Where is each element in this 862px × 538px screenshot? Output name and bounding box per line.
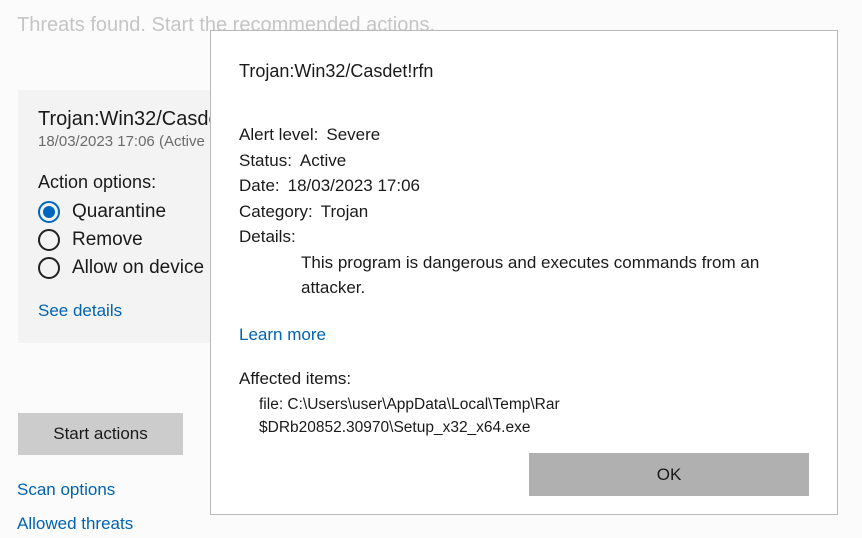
under-links: Scan options Allowed threats (17, 480, 133, 534)
prop-details: Details: (239, 224, 809, 250)
prop-key: Category: (239, 199, 313, 225)
prop-status: Status: Active (239, 148, 809, 174)
prop-key: Status: (239, 148, 292, 174)
scan-options-link[interactable]: Scan options (17, 480, 133, 500)
prop-value: Severe (326, 122, 380, 148)
prop-category: Category: Trojan (239, 199, 809, 225)
prop-value: Active (300, 148, 346, 174)
radio-label: Quarantine (72, 201, 166, 223)
prop-value: 18/03/2023 17:06 (288, 173, 420, 199)
prop-details-value: This program is dangerous and executes c… (301, 250, 809, 301)
learn-more-link[interactable]: Learn more (239, 325, 809, 345)
prop-value: Trojan (321, 199, 369, 225)
start-actions-button[interactable]: Start actions (18, 413, 183, 455)
ok-button[interactable]: OK (529, 453, 809, 496)
radio-icon (38, 229, 60, 251)
allowed-threats-link[interactable]: Allowed threats (17, 514, 133, 534)
dialog-properties: Alert level: Severe Status: Active Date:… (239, 122, 809, 301)
prop-key: Date: (239, 173, 280, 199)
prop-alert-level: Alert level: Severe (239, 122, 809, 148)
radio-icon (38, 257, 60, 279)
prop-date: Date: 18/03/2023 17:06 (239, 173, 809, 199)
affected-line: file: C:\Users\user\AppData\Local\Temp\R… (259, 393, 809, 416)
radio-icon (38, 201, 60, 223)
dialog-title: Trojan:Win32/Casdet!rfn (239, 61, 809, 82)
threat-details-dialog: Trojan:Win32/Casdet!rfn Alert level: Sev… (210, 30, 838, 515)
affected-items-path: file: C:\Users\user\AppData\Local\Temp\R… (259, 393, 809, 440)
prop-key: Alert level: (239, 122, 318, 148)
radio-label: Allow on device (72, 257, 204, 279)
radio-label: Remove (72, 229, 143, 251)
affected-items-label: Affected items: (239, 369, 809, 389)
affected-line: $DRb20852.30970\Setup_x32_x64.exe (259, 416, 809, 439)
dialog-footer: OK (239, 453, 809, 496)
prop-key: Details: (239, 224, 296, 250)
